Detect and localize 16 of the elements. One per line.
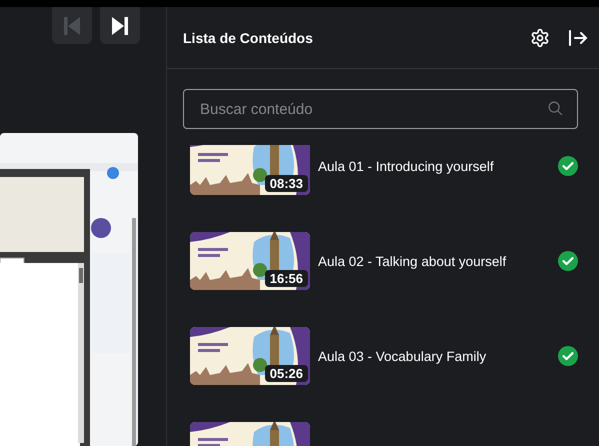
duration-label: 16:56 [264, 270, 308, 287]
lesson-title[interactable]: Aula 01 - Introducing yourself [318, 158, 550, 174]
lesson-title[interactable]: Aula 03 - Vocabulary Family [318, 348, 550, 364]
settings-icon [530, 28, 550, 48]
settings-button[interactable] [530, 28, 550, 48]
next-button[interactable] [100, 7, 140, 44]
skip-back-icon [64, 16, 80, 34]
collapse-panel-icon [568, 28, 588, 46]
duration-label: 05:26 [264, 365, 308, 382]
lesson-title[interactable]: Aula 02 - Talking about yourself [318, 254, 550, 268]
panel-title: Lista de Conteúdos [183, 30, 314, 46]
duration-label: 08:33 [264, 175, 308, 192]
search-icon [547, 100, 564, 117]
search-field[interactable]: Buscar conteúdo [183, 89, 578, 129]
skip-forward-icon [112, 16, 128, 34]
collapse-button[interactable] [568, 28, 588, 46]
